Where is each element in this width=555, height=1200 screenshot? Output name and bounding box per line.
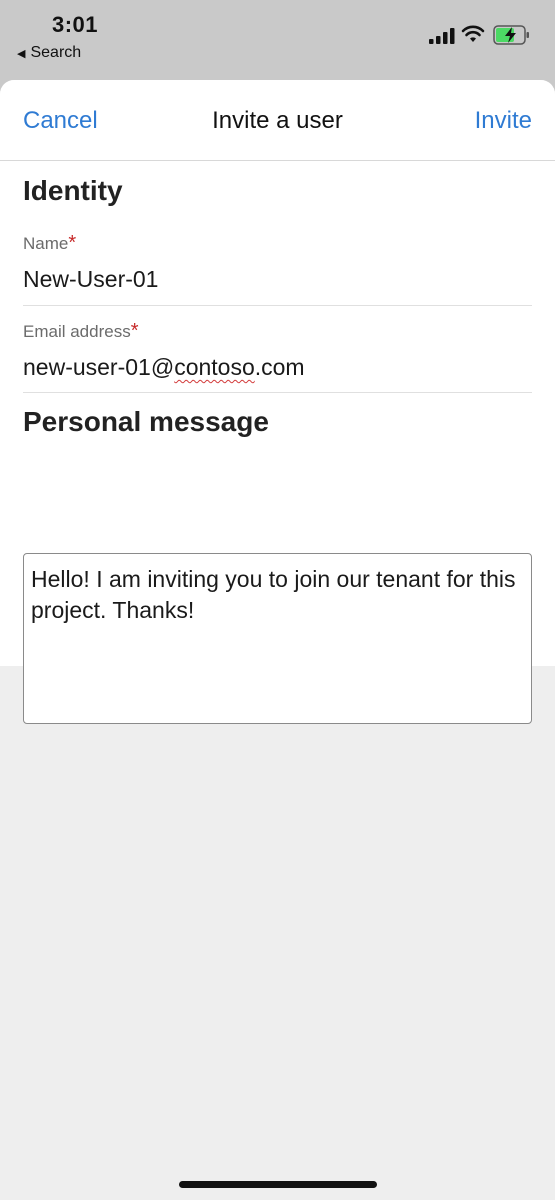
status-time: 3:01 [52, 12, 99, 37]
wifi-icon [461, 25, 485, 42]
personal-message-heading: Personal message [23, 406, 269, 437]
divider [23, 305, 532, 306]
screen: 3:01 ◀ Search Cancel Invite a user Invit… [0, 0, 555, 1200]
name-label: Name* [23, 232, 76, 255]
email-label: Email address* [23, 320, 139, 343]
invite-button[interactable]: Invite [475, 107, 532, 135]
email-value-prefix: new-user-01@ [23, 354, 175, 380]
back-to-app-link[interactable]: ◀ Search [17, 44, 81, 62]
invite-form: Identity Name* New-User-01 Email address… [0, 161, 555, 724]
status-bar: 3:01 ◀ Search [0, 0, 555, 80]
identity-heading: Identity [23, 175, 123, 206]
back-app-label: Search [30, 44, 82, 61]
email-value-suffix: .com [254, 354, 305, 380]
email-field[interactable]: new-user-01@contoso.com [23, 354, 305, 381]
divider [23, 392, 532, 393]
email-label-text: Email address [23, 322, 131, 341]
page-title: Invite a user [212, 107, 343, 134]
battery-charging-icon [493, 25, 529, 45]
spellcheck-word: contoso [174, 354, 255, 380]
personal-message-textarea[interactable]: Hello! I am inviting you to join our ten… [23, 553, 532, 724]
invite-user-sheet: Cancel Invite a user Invite Identity Nam… [0, 80, 555, 1200]
required-marker: * [130, 320, 139, 342]
name-field[interactable]: New-User-01 [23, 266, 158, 293]
back-triangle-icon: ◀ [17, 47, 26, 60]
cellular-signal-icon [429, 28, 455, 44]
name-label-text: Name [23, 234, 69, 253]
home-indicator[interactable] [179, 1181, 377, 1188]
nav-bar: Cancel Invite a user Invite [0, 80, 555, 161]
required-marker: * [68, 232, 77, 254]
